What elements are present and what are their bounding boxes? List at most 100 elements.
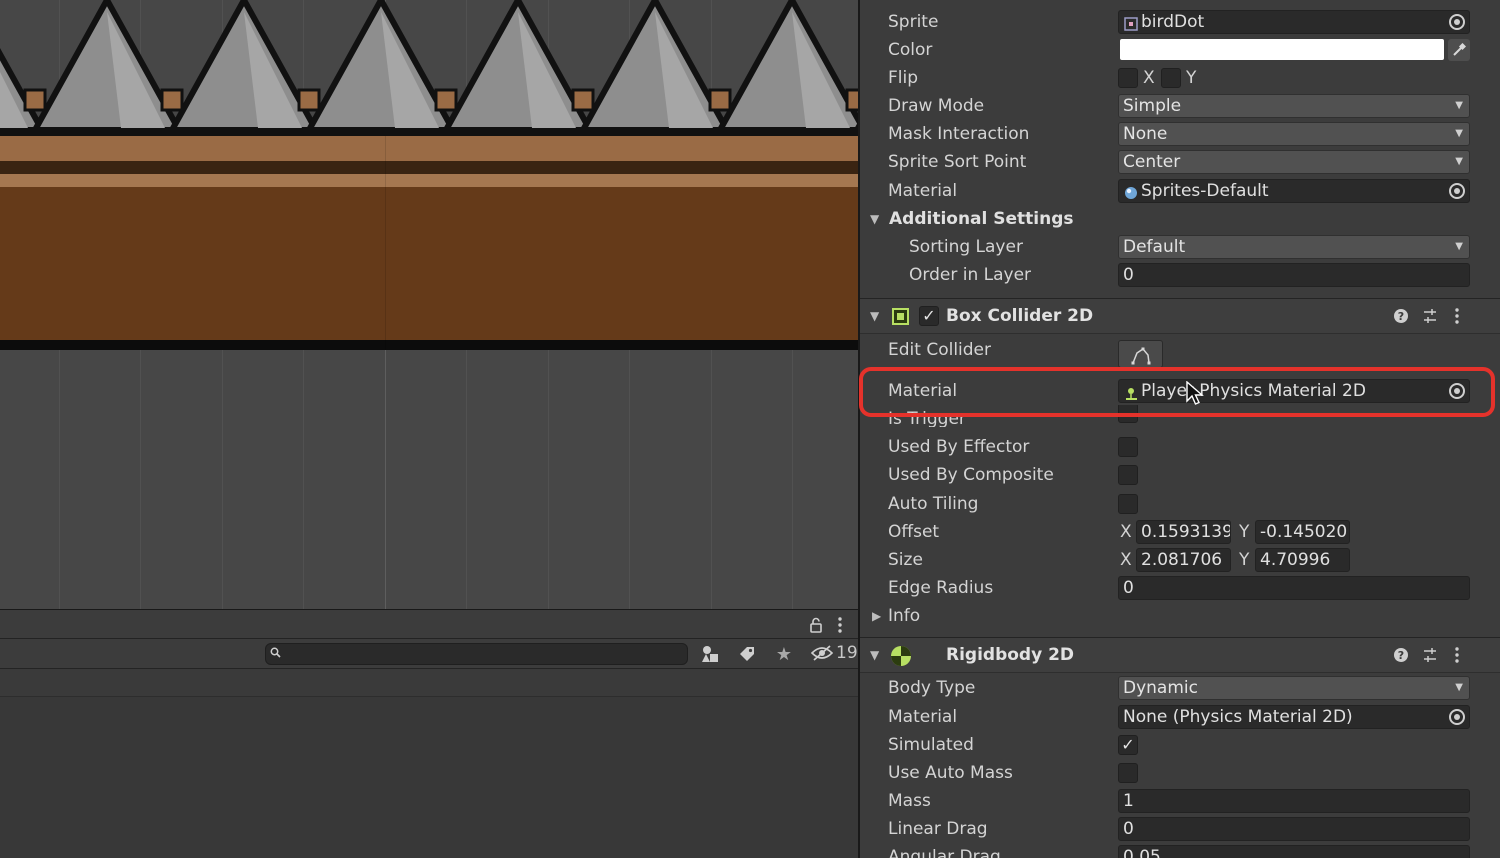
spike-base-notch [571,88,595,112]
offset-row: Offset X 0.1593139 Y -0.145020: [860,518,1500,546]
simulated-checkbox[interactable]: ✓ [1118,735,1138,755]
spike-base-notch [708,88,732,112]
dropdown-arrow-icon: ▼ [1455,241,1463,252]
foldout-open-icon[interactable]: ▼ [870,205,879,233]
spike-tile [577,0,733,133]
hierarchy-panel: ★ 19 [0,609,860,858]
hidden-count-label: 19 [836,643,858,663]
component-menu-icon[interactable] [1448,647,1466,665]
hierarchy-list[interactable] [0,669,860,858]
flip-y-checkbox[interactable] [1161,68,1181,88]
foldout-open-icon[interactable]: ▼ [870,638,879,672]
additional-settings-row[interactable]: ▼ Additional Settings [860,205,1500,233]
foldout-closed-icon[interactable]: ▶ [872,602,881,630]
offset-x-input[interactable]: 0.1593139 [1136,520,1231,544]
linear-drag-input[interactable]: 0 [1118,817,1470,841]
used-by-composite-checkbox[interactable] [1118,465,1138,485]
ground-dirt [0,187,860,340]
size-x-input[interactable]: 2.081706 [1136,548,1231,572]
sprite-sort-point-row: Sprite Sort Point Center ▼ [860,148,1500,176]
rigidbody-material-field[interactable]: None (Physics Material 2D) [1118,705,1470,729]
used-by-effector-checkbox[interactable] [1118,437,1138,457]
mask-interaction-row: Mask Interaction None ▼ [860,120,1500,148]
flip-x-checkbox[interactable] [1118,68,1138,88]
info-label: Info [888,606,921,626]
collider-material-field[interactable]: Player Physics Material 2D [1118,379,1470,403]
auto-tiling-checkbox[interactable] [1118,494,1138,514]
search-input[interactable] [265,643,688,665]
dropdown-arrow-icon: ▼ [1455,682,1463,693]
svg-text:?: ? [1398,310,1404,323]
used-by-composite-row: Used By Composite [860,461,1500,489]
mass-input[interactable]: 1 [1118,789,1470,813]
spike-base-notch [297,88,321,112]
angular-drag-input[interactable]: 0.05 [1118,845,1470,858]
body-type-dropdown[interactable]: Dynamic ▼ [1118,676,1470,700]
offset-label: Offset [888,522,940,542]
kebab-menu-icon[interactable] [830,614,850,636]
hidden-objects-toggle[interactable]: 19 [811,643,858,663]
renderer-material-field[interactable]: Sprites-Default [1118,179,1470,203]
physics-material-icon [1124,384,1138,400]
is-trigger-checkbox[interactable] [1118,405,1138,423]
edge-radius-label: Edge Radius [888,578,994,598]
rigidbody-material-value: None (Physics Material 2D) [1123,707,1353,727]
object-picker-icon[interactable] [1449,383,1465,399]
ground-light-strip [0,174,860,187]
offset-y-input[interactable]: -0.145020: [1255,520,1350,544]
spike-base-notch [434,88,458,112]
mask-interaction-value: None [1123,124,1168,144]
filter-by-type-icon[interactable] [698,642,722,666]
collider-material-row: Material Player Physics Material 2D [860,377,1500,405]
sprite-sort-point-dropdown[interactable]: Center ▼ [1118,150,1470,174]
info-row[interactable]: ▶ Info [860,602,1500,630]
draw-mode-value: Simple [1123,96,1182,116]
use-auto-mass-checkbox[interactable] [1118,763,1138,783]
rigidbody-header[interactable]: ▼ Rigidbody 2D ? [860,637,1500,673]
favorite-star-icon[interactable]: ★ [772,642,796,666]
dropdown-arrow-icon: ▼ [1455,128,1463,139]
component-menu-icon[interactable] [1448,308,1466,326]
edge-radius-input[interactable]: 0 [1118,576,1470,600]
help-icon[interactable]: ? [1392,647,1410,665]
order-in-layer-row: Order in Layer 0 [860,261,1500,289]
ground-light-band [0,136,860,161]
label-icon[interactable] [735,642,759,666]
box-collider-title: Box Collider 2D [946,306,1094,326]
list-item[interactable] [0,669,860,697]
dropdown-arrow-icon: ▼ [1455,156,1463,167]
sorting-layer-dropdown[interactable]: Default ▼ [1118,235,1470,259]
auto-tiling-label: Auto Tiling [888,494,979,514]
rigidbody-icon [890,645,912,667]
edit-collider-button[interactable] [1118,340,1163,368]
box-collider-header[interactable]: ▼ ✓ Box Collider 2D ? [860,298,1500,334]
sprite-sort-point-value: Center [1123,152,1181,172]
svg-text:?: ? [1398,649,1404,662]
draw-mode-dropdown[interactable]: Simple ▼ [1118,94,1470,118]
edit-collider-label: Edit Collider [888,340,992,360]
sprite-field[interactable]: birdDot [1118,10,1470,34]
sorting-layer-label: Sorting Layer [909,237,1023,257]
linear-drag-row: Linear Drag 0 [860,815,1500,843]
object-picker-icon[interactable] [1449,183,1465,199]
order-in-layer-input[interactable]: 0 [1118,263,1470,287]
collider-material-value: Player Physics Material 2D [1141,381,1366,401]
grid-line [385,136,386,350]
lock-icon[interactable] [806,614,826,636]
eyedropper-icon[interactable] [1448,39,1470,61]
size-y-label: Y [1239,550,1250,570]
flip-row: Flip X Y [860,64,1500,92]
color-swatch[interactable] [1120,39,1444,60]
box-collider-enabled-checkbox[interactable]: ✓ [919,306,939,326]
mask-interaction-dropdown[interactable]: None ▼ [1118,122,1470,146]
scene-view[interactable] [0,0,860,609]
renderer-material-label: Material [888,181,958,201]
presets-icon[interactable] [1421,308,1439,326]
object-picker-icon[interactable] [1449,14,1465,30]
use-auto-mass-row: Use Auto Mass [860,759,1500,787]
help-icon[interactable]: ? [1392,308,1410,326]
object-picker-icon[interactable] [1449,709,1465,725]
size-y-input[interactable]: 4.70996 [1255,548,1350,572]
foldout-open-icon[interactable]: ▼ [870,299,879,333]
presets-icon[interactable] [1421,647,1439,665]
